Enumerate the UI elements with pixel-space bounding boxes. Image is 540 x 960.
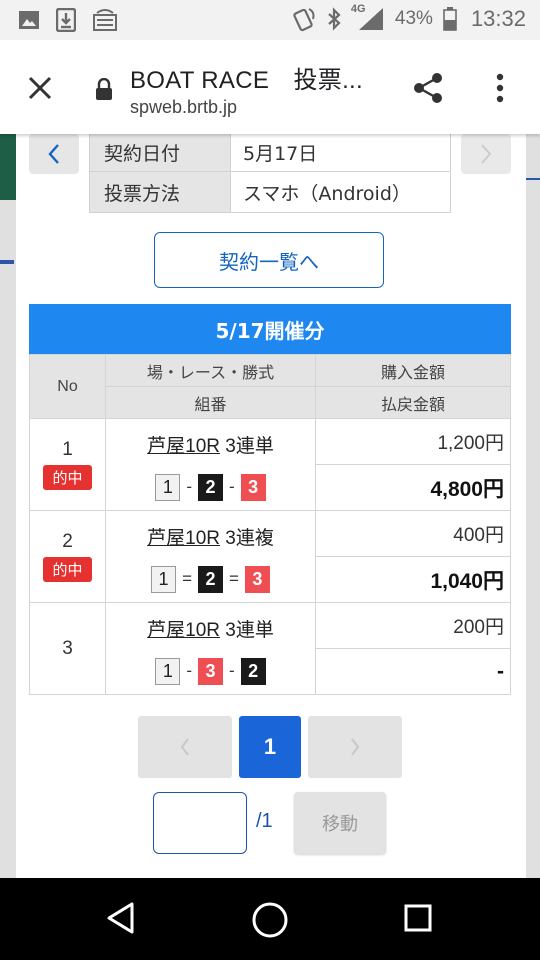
bet-no-cell: 1 的中 [29,418,106,511]
combo-separator: = [229,569,239,588]
boat-number: 3 [240,473,266,501]
payout-amount: 1,040円 [315,556,511,603]
battery-icon [443,7,457,31]
race-cell: 芦屋10R 3連単 1 - 3 - 2 [105,602,316,695]
boat-number: 3 [198,657,223,685]
background-decoration [0,260,14,264]
info-row-vote-method: 投票方法 スマホ（Android） [89,172,451,213]
lock-icon [96,78,112,100]
network-type: 4G [350,3,366,15]
bet-type: 3連単 [225,435,274,457]
bet-no-cell: 2 的中 [29,510,106,603]
chevron-left-icon [180,738,189,756]
table-row: 3 芦屋10R 3連単 1 - 3 - 2 200円 [29,602,511,695]
signal-icon: 4G [351,3,385,31]
boat-number: 2 [240,657,266,685]
info-value: スマホ（Android） [230,172,450,212]
cast-notification-icon [93,9,117,31]
info-key: 契約日付 [90,134,230,171]
combination: 1 - 2 - 3 [106,473,315,501]
bet-no: 1 [62,439,73,460]
page-total: /1 [256,810,273,832]
pager-prev-button[interactable] [138,716,232,778]
more-vert-icon[interactable] [488,70,512,106]
combo-separator: - [186,661,192,680]
nfc-vibrate-icon [293,8,315,32]
purchase-amount: 400円 [315,510,511,557]
system-nav-bar [0,878,540,960]
bluetooth-icon [328,7,341,31]
page-title: BOAT RACE 投票... [130,67,363,94]
info-key: 投票方法 [90,172,230,212]
share-icon[interactable] [410,70,446,106]
bet-no-cell: 3 [29,602,106,695]
boat-number: 1 [155,657,181,685]
background-decoration [526,178,540,180]
purchase-amount: 1,200円 [315,418,511,465]
bet-no: 2 [62,531,73,552]
bets-table: No 場・レース・勝式 購入金額 組番 払戻金額 1 的中 芦屋10R 3連単 … [29,354,511,695]
combo-separator: = [182,569,192,588]
back-icon[interactable] [104,900,138,936]
payout-amount: 4,800円 [315,464,511,511]
prev-contract-button[interactable] [29,134,79,174]
combo-separator: - [229,661,235,680]
battery-percent: 43% [394,8,433,29]
race-link[interactable]: 芦屋10R [147,620,220,641]
bet-type: 3連単 [225,619,274,641]
purchase-amount: 200円 [315,602,511,649]
table-row: 2 的中 芦屋10R 3連複 1 = 2 = 3 400円 [29,510,511,603]
clock: 13:32 [470,6,526,31]
header-purchase: 購入金額 [315,354,511,387]
bet-type: 3連複 [225,527,274,549]
status-bar: 4G 43% 13:32 [0,0,540,40]
header-race: 場・レース・勝式 [105,354,316,387]
hit-badge: 的中 [43,557,92,582]
download-icon [56,8,76,32]
next-contract-button[interactable] [461,134,511,174]
payout-amount: - [315,648,511,695]
table-row: 1 的中 芦屋10R 3連単 1 - 2 - 3 1,200円 [29,418,511,511]
recent-apps-icon[interactable] [402,902,434,934]
boat-number: 1 [151,565,177,593]
boat-number: 2 [198,473,223,501]
header-no: No [29,354,106,419]
boat-number: 1 [155,473,181,501]
page-url[interactable]: spweb.brtb.jp [130,97,237,118]
chevron-right-icon [481,144,492,164]
browser-toolbar: BOAT RACE 投票... spweb.brtb.jp [0,40,540,134]
header-combination: 組番 [105,386,316,419]
boat-number: 3 [244,565,270,593]
hit-badge: 的中 [43,465,92,490]
gallery-icon [19,11,39,29]
combo-separator: - [186,477,192,496]
combination: 1 - 3 - 2 [106,657,315,685]
header-payout: 払戻金額 [315,386,511,419]
race-link[interactable]: 芦屋10R [147,528,220,549]
chevron-right-icon [351,738,360,756]
background-header-strip [0,134,16,200]
race-cell: 芦屋10R 3連単 1 - 2 - 3 [105,418,316,511]
bet-no: 3 [62,637,73,659]
combo-separator: - [229,477,235,496]
info-value: 5月17日 [230,134,450,171]
chevron-left-icon [48,144,59,164]
boat-number: 2 [198,565,223,593]
race-cell: 芦屋10R 3連複 1 = 2 = 3 [105,510,316,603]
home-icon[interactable] [250,900,290,940]
close-icon[interactable] [22,70,58,106]
contract-info-table: 契約日付 5月17日 投票方法 スマホ（Android） [89,134,451,213]
page-number-input[interactable] [153,792,247,854]
combination: 1 = 2 = 3 [106,565,315,593]
pager-current-page[interactable]: 1 [239,716,301,778]
info-row-contract-date: 契約日付 5月17日 [89,134,451,172]
table-header-row: No 場・レース・勝式 購入金額 [29,354,511,419]
contract-detail-panel: 契約日付 5月17日 投票方法 スマホ（Android） 契約一覧へ 5/17開… [16,134,526,878]
race-link[interactable]: 芦屋10R [147,436,220,457]
move-button[interactable]: 移動 [294,792,386,854]
contract-list-button[interactable]: 契約一覧へ [154,232,384,288]
section-title: 5/17開催分 [29,304,511,354]
pager-next-button[interactable] [308,716,402,778]
